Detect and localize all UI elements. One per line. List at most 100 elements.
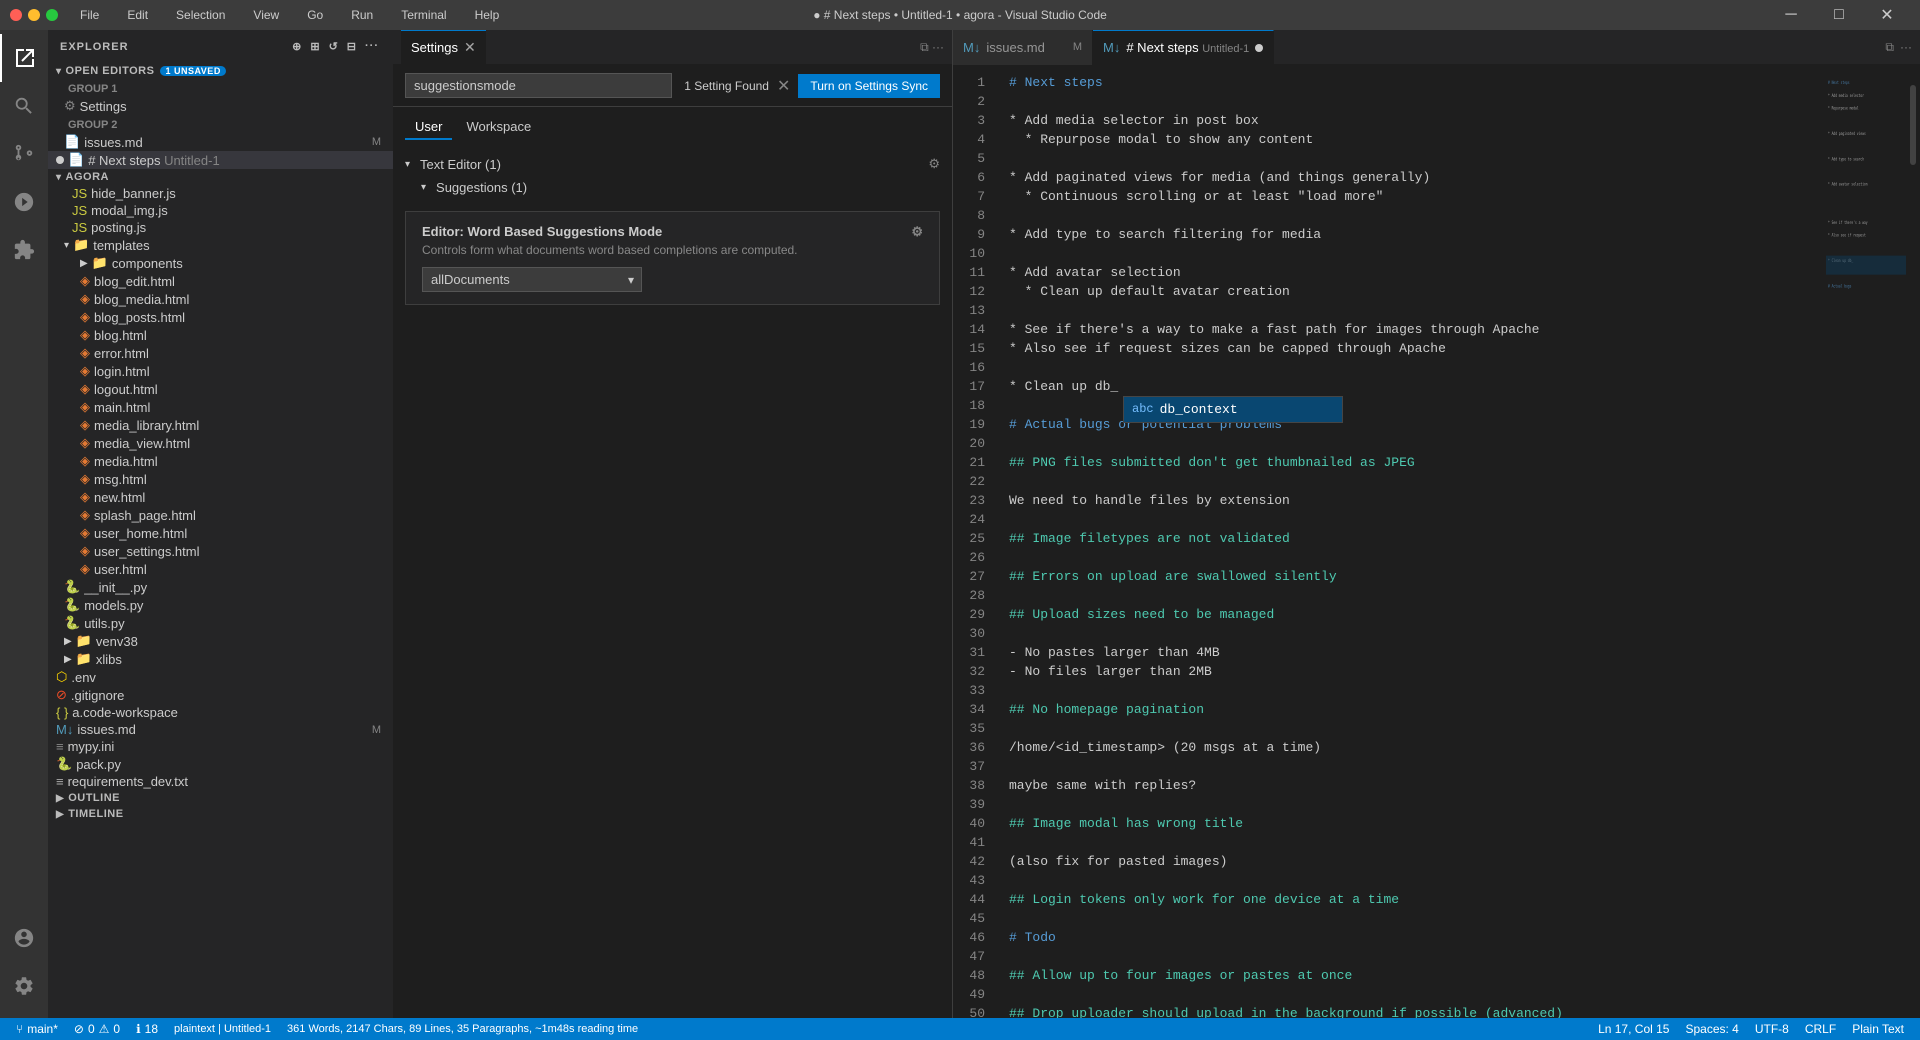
search-icon[interactable] [0,82,48,130]
maximize-traffic[interactable] [46,9,58,21]
new-folder-icon[interactable]: ⊞ [308,38,322,55]
list-item[interactable]: ▶📁xlibs [48,650,393,668]
tab-next-steps[interactable]: M↓ # Next steps Untitled-1 [1093,30,1274,65]
line-ending-status[interactable]: CRLF [1797,1022,1844,1036]
list-item[interactable]: ▶📁components [48,254,393,272]
branch-status[interactable]: ⑂ main* [8,1022,66,1036]
menu-run[interactable]: Run [345,6,379,24]
explorer-icon[interactable] [0,34,48,82]
suggestions-header[interactable]: ▾ Suggestions (1) [421,176,940,199]
list-item[interactable]: 📄 # Next steps Untitled-1 [48,151,393,169]
list-item[interactable]: ◈media_view.html [48,434,393,452]
list-item[interactable]: JShide_banner.js [48,185,393,202]
list-item[interactable]: 🐍pack.py [48,755,393,773]
close-button[interactable]: ✕ [1864,0,1910,30]
info-status[interactable]: ℹ 18 [128,1022,166,1036]
list-item[interactable]: 📄 issues.md M [48,133,393,151]
autocomplete-item[interactable]: abcdb_context [1124,397,1342,422]
spaces-status[interactable]: Spaces: 4 [1677,1022,1746,1036]
code-lines[interactable]: # Next steps* Add media selector in post… [993,65,1826,1018]
menu-file[interactable]: File [74,6,105,24]
more-actions-icon[interactable]: ··· [932,40,944,54]
list-item[interactable]: JSposting.js [48,219,393,236]
list-item[interactable]: { }a.code-workspace [48,704,393,721]
list-item[interactable]: ◈media_library.html [48,416,393,434]
encoding-status[interactable]: UTF-8 [1747,1022,1797,1036]
split-editor-icon[interactable]: ⧉ [920,40,929,54]
account-icon[interactable] [0,914,48,962]
scrollbar-thumb[interactable] [1910,85,1916,165]
menu-help[interactable]: Help [469,6,506,24]
list-item[interactable]: ◈media.html [48,452,393,470]
manage-icon[interactable] [0,962,48,1010]
minimize-button[interactable]: ─ [1768,0,1814,30]
list-item[interactable]: ◈error.html [48,344,393,362]
menu-selection[interactable]: Selection [170,6,231,24]
suggestions-dropdown[interactable]: allDocuments currentDocument matchingDoc… [422,267,642,292]
language-status[interactable]: plaintext | Untitled-1 [166,1023,279,1035]
list-item[interactable]: ◈user_settings.html [48,542,393,560]
list-item[interactable]: ◈user_home.html [48,524,393,542]
menu-go[interactable]: Go [301,6,329,24]
tab-settings[interactable]: Settings ✕ [401,30,486,65]
list-item[interactable]: ◈main.html [48,398,393,416]
extensions-icon[interactable] [0,226,48,274]
menu-view[interactable]: View [247,6,285,24]
list-item[interactable]: ▶📁venv38 [48,632,393,650]
list-item[interactable]: 🐍utils.py [48,614,393,632]
list-item[interactable]: ⬡.env [48,668,393,686]
position-status[interactable]: Ln 17, Col 15 [1590,1022,1677,1036]
scrollbar-track[interactable] [1906,65,1920,1018]
list-item[interactable]: 🐍models.py [48,596,393,614]
list-item[interactable]: ≡requirements_dev.txt [48,773,393,790]
clear-search-icon[interactable]: ✕ [777,76,790,96]
errors-status[interactable]: ⊘ 0 ⚠ 0 [66,1022,128,1036]
list-item[interactable]: ⚙ Settings [48,97,393,115]
new-file-icon[interactable]: ⊕ [290,38,304,55]
autocomplete-popup[interactable]: abcdb_context [1123,396,1343,423]
agora-section[interactable]: ▾ AGORA [48,169,393,185]
list-item[interactable]: 🐍__init__.py [48,578,393,596]
timeline-section[interactable]: ▶ TIMELINE [48,806,393,822]
file-type-status[interactable]: Plain Text [1844,1022,1912,1036]
list-item[interactable]: ◈blog.html [48,326,393,344]
menu-terminal[interactable]: Terminal [395,6,452,24]
close-traffic[interactable] [10,9,22,21]
list-item[interactable]: ◈user.html [48,560,393,578]
list-item[interactable]: ▾📁templates [48,236,393,254]
words-status[interactable]: 361 Words, 2147 Chars, 89 Lines, 35 Para… [279,1023,646,1035]
list-item[interactable]: JSmodal_img.js [48,202,393,219]
maximize-button[interactable]: □ [1816,0,1862,30]
minimize-traffic[interactable] [28,9,40,21]
collapse-icon[interactable]: ⊟ [345,38,359,55]
settings-tab-close[interactable]: ✕ [464,39,476,56]
outline-section[interactable]: ▶ OUTLINE [48,790,393,806]
more-editor-actions-icon[interactable]: ··· [1900,40,1912,55]
list-item[interactable]: M↓issues.mdM [48,721,393,738]
split-editor-icon[interactable]: ⧉ [1885,40,1894,55]
refresh-icon[interactable]: ↺ [327,38,341,55]
tab-user[interactable]: User [405,115,452,140]
tab-workspace[interactable]: Workspace [456,115,541,140]
list-item[interactable]: ◈blog_media.html [48,290,393,308]
card-gear-icon[interactable]: ⚙ [911,224,923,240]
open-editors-section[interactable]: ▾ OPEN EDITORS 1 UNSAVED [48,63,393,79]
list-item[interactable]: ◈blog_posts.html [48,308,393,326]
list-item[interactable]: ◈msg.html [48,470,393,488]
source-control-icon[interactable] [0,130,48,178]
list-item[interactable]: ≡mypy.ini [48,738,393,755]
list-item[interactable]: ◈new.html [48,488,393,506]
more-actions-icon[interactable]: ··· [363,38,381,55]
list-item[interactable]: ◈blog_edit.html [48,272,393,290]
gear-icon[interactable]: ⚙ [928,156,940,172]
list-item[interactable]: ◈logout.html [48,380,393,398]
settings-search-input[interactable] [405,73,672,98]
run-icon[interactable] [0,178,48,226]
sync-settings-button[interactable]: Turn on Settings Sync [798,74,940,98]
tab-issues-md[interactable]: M↓ issues.md M [953,30,1093,65]
list-item[interactable]: ◈splash_page.html [48,506,393,524]
list-item[interactable]: ⊘.gitignore [48,686,393,704]
text-editor-header[interactable]: ▾ Text Editor (1) ⚙ [405,152,940,176]
menu-edit[interactable]: Edit [121,6,154,24]
list-item[interactable]: ◈login.html [48,362,393,380]
